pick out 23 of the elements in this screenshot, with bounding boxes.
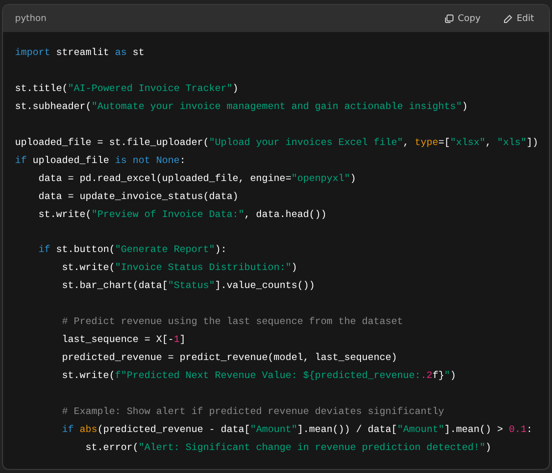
code-line: st.title("AI-Powered Invoice Tracker") — [15, 82, 238, 96]
copy-icon — [444, 14, 454, 24]
copy-button[interactable]: Copy — [440, 12, 485, 26]
code-line: if abs(predicted_revenue - data["Amount"].mean()) / data["Amount"].mean() > 0.1: — [61, 422, 532, 437]
code-line: uploaded_file = st.file_uploader("Upload your invoices Excel file", type=["xlsx", "xls"]) — [15, 136, 538, 150]
code-line: # Predict revenue using the last sequence from the dataset — [61, 315, 404, 330]
code-line: # Example: Show alert if predicted revenue deviates significantly — [61, 404, 444, 419]
pencil-icon — [502, 14, 513, 24]
code-line: st.write("Preview of Invoice Data:", data.head()) — [38, 208, 327, 222]
code-line: if uploaded_file is not None: — [15, 154, 186, 168]
edit-button[interactable]: Edit — [498, 12, 538, 26]
code-line: if st.button("Generate Report"): — [38, 243, 227, 258]
code-line: st.bar_chart(data["Status"].value_counts()) — [61, 279, 315, 294]
code-line: st.error("Alert: Significant change in revenue prediction detected!") — [84, 440, 492, 455]
code-line: import streamlit as st — [15, 46, 144, 60]
code-line: data = update_invoice_status(data) — [38, 190, 238, 204]
code-line: predicted_revenue = predict_revenue(model, last_sequence) — [61, 351, 398, 366]
language-label: python — [15, 14, 46, 24]
code-line: st.subheader("Automate your invoice management and gain actionable insights") — [15, 100, 468, 114]
code-line: data = pd.read_excel(uploaded_file, engine="openpyxl") — [38, 172, 356, 186]
code-line: last_sequence = X[-1] — [61, 333, 186, 348]
code-line: st.write("Invoice Status Distribution:") — [61, 261, 298, 276]
code-line: st.write(f"Predicted Next Revenue Value: ${predicted_revenue:.2f}") — [61, 369, 456, 384]
